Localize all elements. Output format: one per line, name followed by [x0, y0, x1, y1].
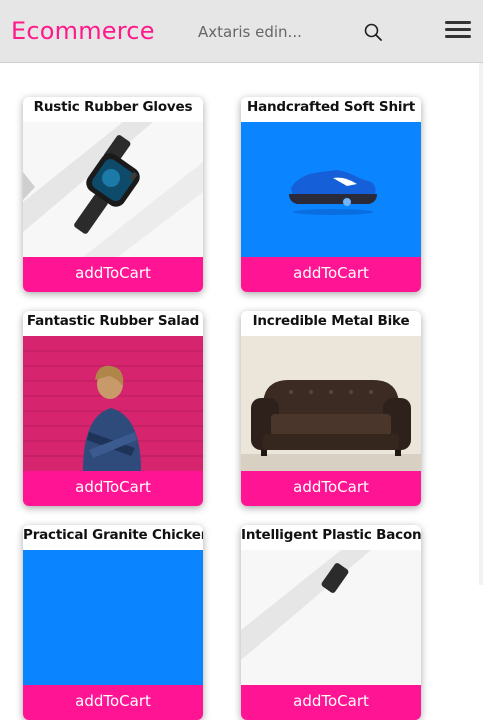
add-to-cart-button[interactable]: addToCart	[23, 471, 203, 506]
product-card: Intelligent Plastic Bacon addToCart	[241, 525, 421, 720]
smartwatch-image	[23, 122, 203, 257]
product-card: Incredible Metal Bike addToCart	[241, 311, 421, 506]
product-image-sneaker[interactable]	[241, 122, 421, 257]
product-card: Handcrafted Soft Shirt addToCart	[241, 97, 421, 292]
search-button[interactable]	[362, 21, 384, 43]
brand-logo[interactable]: Ecommerce	[11, 17, 155, 45]
product-title: Fantastic Rubber Salad	[26, 313, 200, 329]
product-title: Practical Granite Chicken	[23, 527, 203, 543]
page-scrollbar[interactable]	[479, 63, 483, 585]
sofa-image	[241, 336, 421, 471]
product-image-sofa[interactable]	[241, 336, 421, 471]
menu-bar	[445, 21, 471, 24]
product-card: Practical Granite Chicken addToCart	[23, 525, 203, 720]
woman-photo-image	[23, 336, 203, 471]
search-input[interactable]	[192, 19, 364, 45]
sneaker-image	[241, 122, 421, 257]
add-to-cart-button[interactable]: addToCart	[241, 257, 421, 292]
product-image-smartwatch[interactable]	[241, 550, 421, 685]
add-to-cart-button[interactable]: addToCart	[241, 471, 421, 506]
add-to-cart-button[interactable]: addToCart	[241, 685, 421, 720]
menu-bar	[445, 28, 471, 31]
blue-product-image	[23, 550, 203, 685]
menu-bar	[445, 35, 471, 38]
search-icon	[364, 23, 382, 41]
product-title: Intelligent Plastic Bacon	[241, 527, 421, 543]
add-to-cart-button[interactable]: addToCart	[23, 257, 203, 292]
product-title: Incredible Metal Bike	[252, 313, 410, 329]
product-image-blue[interactable]	[23, 550, 203, 685]
top-navbar: Ecommerce	[0, 0, 483, 63]
product-card: Rustic Rubber Gloves addToCart	[23, 97, 203, 292]
product-card: Fantastic Rubber Salad addToCart	[23, 311, 203, 506]
product-image-smartwatch[interactable]	[23, 122, 203, 257]
add-to-cart-button[interactable]: addToCart	[23, 685, 203, 720]
hamburger-menu-button[interactable]	[445, 21, 471, 41]
product-title: Handcrafted Soft Shirt	[247, 99, 415, 115]
product-image-woman[interactable]	[23, 336, 203, 471]
product-title: Rustic Rubber Gloves	[33, 99, 193, 115]
smartwatch-image	[241, 550, 421, 685]
